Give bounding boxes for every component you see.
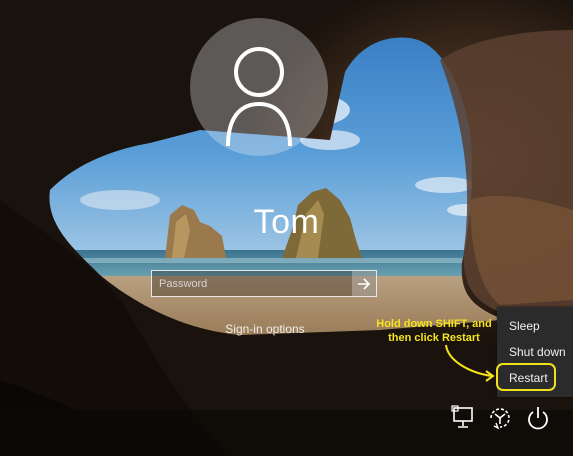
sign-in-options-link[interactable]: Sign-in options xyxy=(200,322,330,336)
restart-highlight-box xyxy=(496,363,556,391)
arrow-right-icon xyxy=(358,277,371,290)
instruction-annotation: Hold down SHIFT, and then click Restart xyxy=(376,318,492,344)
power-icon xyxy=(528,407,548,430)
annotation-arrow-icon xyxy=(445,344,495,382)
ease-of-access-button[interactable] xyxy=(486,404,514,432)
power-button[interactable] xyxy=(524,404,552,432)
menu-item-shut-down[interactable]: Shut down xyxy=(497,339,573,365)
submit-button[interactable] xyxy=(352,271,376,296)
ease-of-access-icon xyxy=(490,408,510,430)
network-button[interactable] xyxy=(450,404,478,432)
network-icon xyxy=(451,405,473,428)
user-name: Tom xyxy=(253,203,320,241)
user-avatar xyxy=(190,18,328,156)
password-input[interactable] xyxy=(152,271,352,296)
person-icon xyxy=(226,47,292,147)
menu-item-sleep[interactable]: Sleep xyxy=(497,313,573,339)
password-field xyxy=(151,270,377,297)
